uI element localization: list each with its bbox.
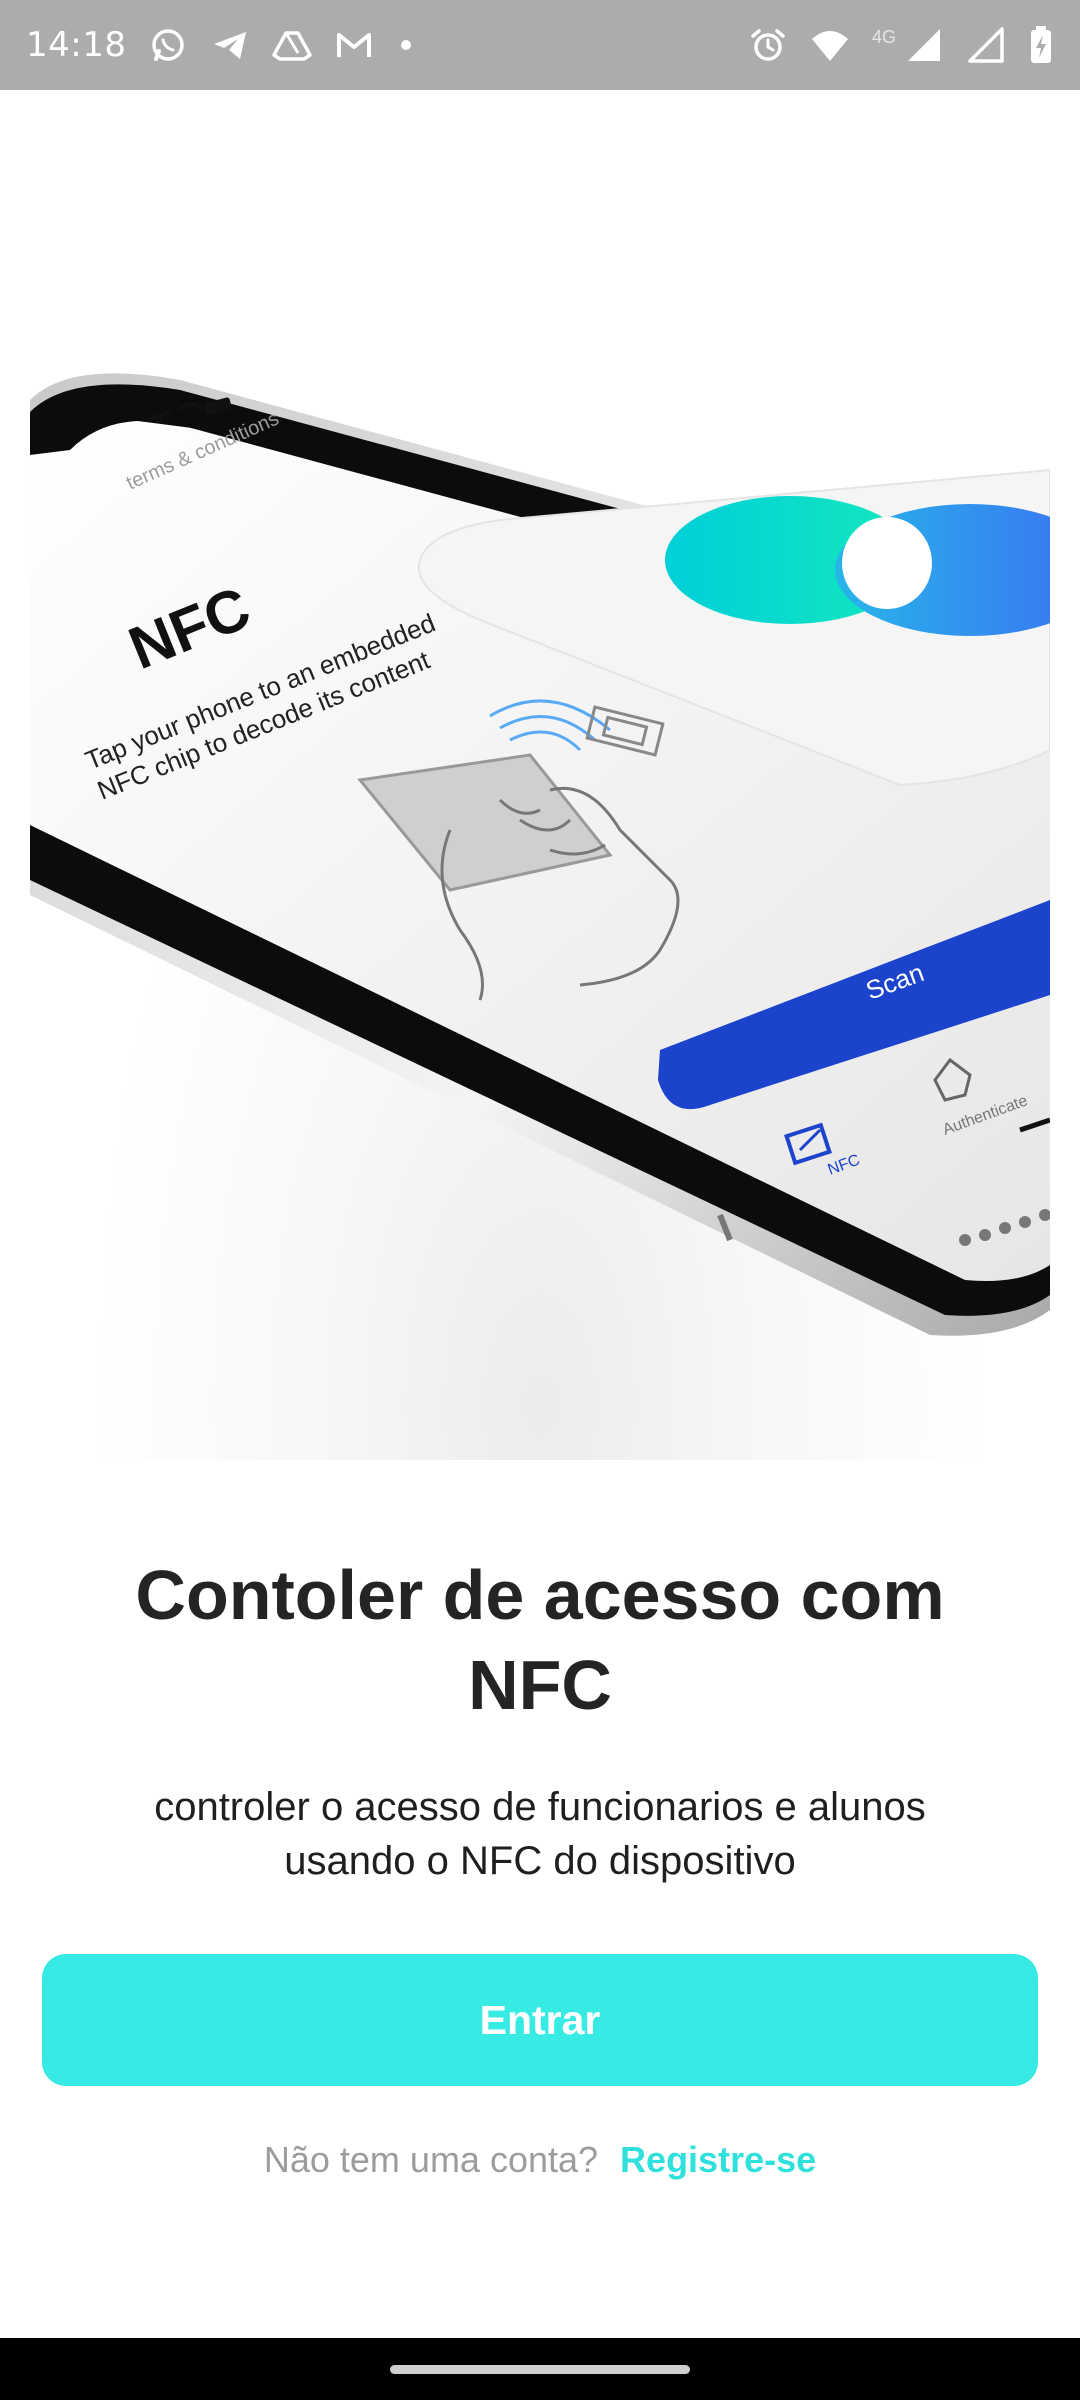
drive-icon <box>272 25 313 65</box>
register-link[interactable]: Registre-se <box>620 2139 816 2181</box>
status-right: 4G <box>748 25 1054 65</box>
overlap-circle <box>842 517 932 609</box>
home-indicator[interactable] <box>390 2365 690 2374</box>
login-button[interactable]: Entrar <box>42 1954 1038 2086</box>
telegram-icon <box>210 25 250 65</box>
page-title-line1: Contoler de acesso com <box>135 1556 945 1634</box>
system-navigation-bar <box>0 2338 1080 2400</box>
page-subtitle-line2: usando o NFC do dispositivo <box>284 1839 796 1883</box>
page-subtitle: controler o acesso de funcionarios e alu… <box>60 1780 1020 1888</box>
register-row: Não tem uma conta? Registre-se <box>0 2130 1080 2190</box>
network-type-label: 4G <box>871 26 896 47</box>
signal-icon <box>904 25 944 65</box>
status-bar: 14:18 4G <box>0 0 1080 90</box>
whatsapp-icon <box>148 25 188 65</box>
page-title-line2: NFC <box>468 1646 612 1724</box>
gmail-icon <box>334 25 374 65</box>
status-left: 14:18 <box>26 25 416 65</box>
welcome-screen: 14:18 4G terms & conditions NFC Tap your… <box>0 0 1080 2400</box>
signal-icon <box>966 25 1006 65</box>
hero-illustration: terms & conditions NFC Tap your phone to… <box>30 360 1050 1460</box>
dot-icon <box>396 25 416 65</box>
status-time: 14:18 <box>26 25 127 65</box>
battery-icon <box>1028 25 1054 65</box>
page-title: Contoler de acesso com NFC <box>60 1550 1020 1730</box>
register-prompt: Não tem uma conta? <box>263 2139 599 2180</box>
wifi-icon <box>810 25 850 65</box>
alarm-icon <box>748 25 788 65</box>
page-subtitle-line1: controler o acesso de funcionarios e alu… <box>154 1785 926 1829</box>
